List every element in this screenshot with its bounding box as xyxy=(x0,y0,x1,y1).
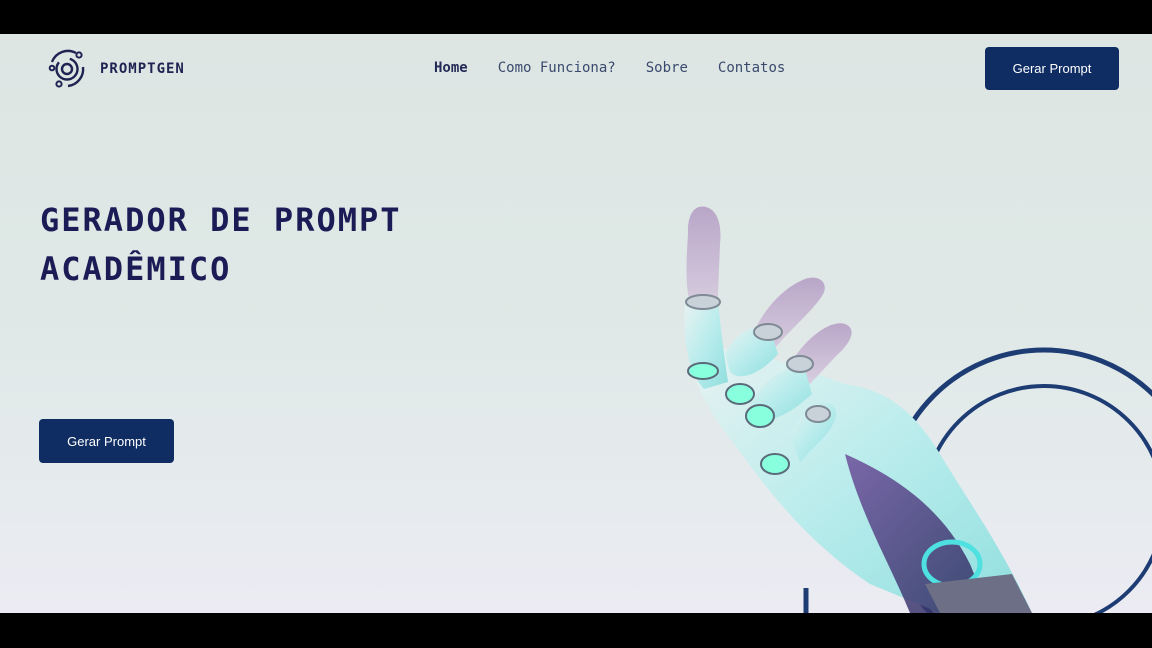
letterbox-bottom xyxy=(0,613,1152,648)
nav-contatos[interactable]: Contatos xyxy=(718,60,785,76)
header-generate-prompt-button[interactable]: Gerar Prompt xyxy=(985,47,1119,90)
nav-sobre[interactable]: Sobre xyxy=(646,60,688,76)
robotic-hand-illustration xyxy=(684,206,1152,613)
main-nav: Home Como Funciona? Sobre Contatos xyxy=(434,60,785,76)
nav-home[interactable]: Home xyxy=(434,60,468,76)
hero-title: GERADOR DE PROMPT ACADÊMICO xyxy=(40,201,402,288)
nav-como-funciona[interactable]: Como Funciona? xyxy=(498,60,616,76)
hero-generate-prompt-button[interactable]: Gerar Prompt xyxy=(39,419,174,463)
brand-logo[interactable]: PROMPTGEN xyxy=(46,48,185,90)
brand-name: PROMPTGEN xyxy=(100,61,185,77)
letterbox-top xyxy=(0,0,1152,34)
orbit-logo-icon xyxy=(48,49,85,88)
landing-page: PROMPTGEN Home Como Funciona? Sobre Cont… xyxy=(0,34,1152,613)
